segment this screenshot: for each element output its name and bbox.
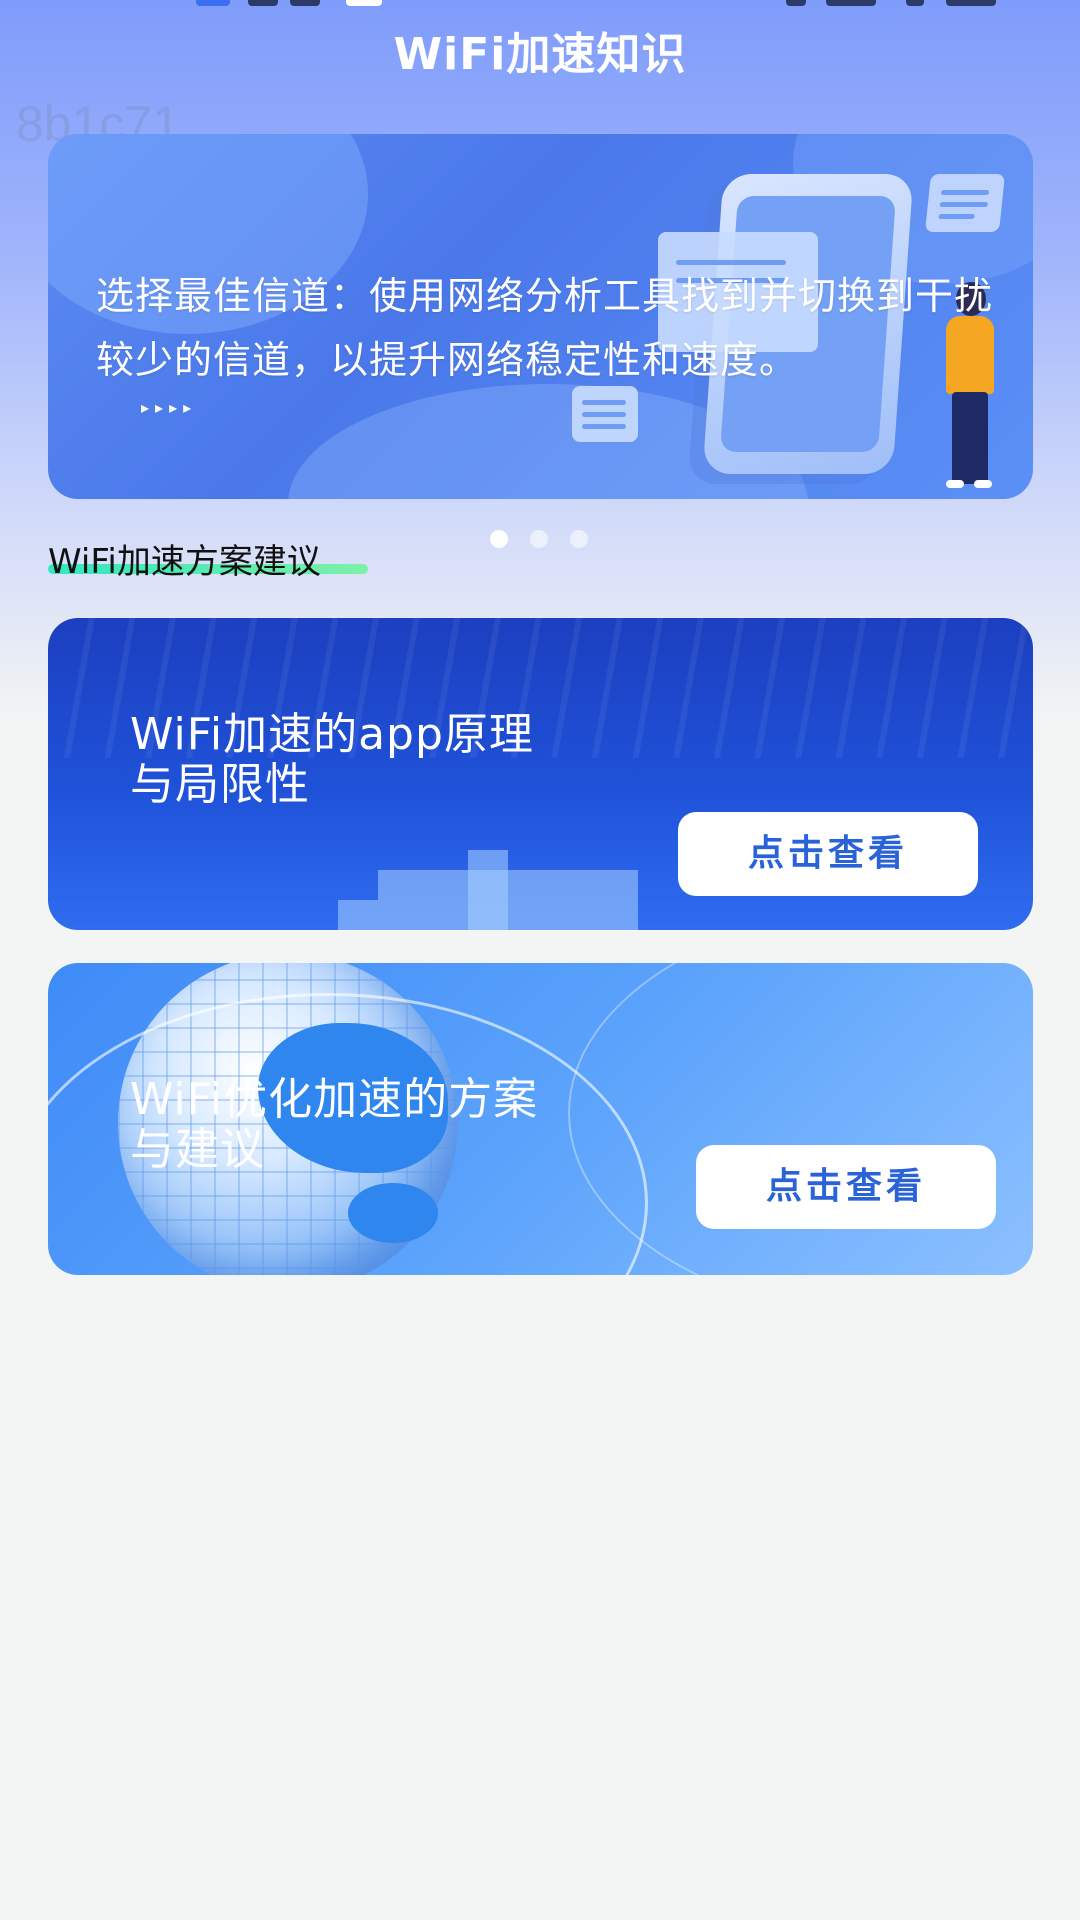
person-illustration xyxy=(974,480,992,488)
carousel-dot[interactable] xyxy=(530,530,548,548)
card-title: WiFi加速的app原理 与局限性 xyxy=(130,709,534,810)
section-title: WiFi加速方案建议 xyxy=(48,542,321,582)
status-icon xyxy=(248,0,278,6)
signal-icon xyxy=(786,0,806,6)
knowledge-banner[interactable]: 选择最佳信道：使用网络分析工具找到并切换到干扰较少的信道，以提升网络稳定性和速度… xyxy=(48,134,1033,499)
carousel-indicator[interactable] xyxy=(490,530,588,548)
arrows-icon: ▸▸▸▸ xyxy=(141,398,198,417)
battery-icon xyxy=(946,0,996,6)
person-illustration xyxy=(952,392,988,484)
card-optimization-plan[interactable]: WiFi优化加速的方案 与建议 点击查看 xyxy=(48,963,1033,1275)
city-skyline-illustration xyxy=(338,900,378,930)
status-icon xyxy=(196,0,230,6)
page-title: WiFi加速知识 xyxy=(393,29,687,80)
status-bar xyxy=(0,0,1080,12)
view-button[interactable]: 点击查看 xyxy=(678,812,978,896)
status-icon xyxy=(346,0,382,6)
card-app-principle[interactable]: WiFi加速的app原理 与局限性 点击查看 xyxy=(48,618,1033,930)
carousel-dot[interactable] xyxy=(570,530,588,548)
chat-bubble-icon xyxy=(924,174,1006,232)
city-skyline-illustration xyxy=(378,870,638,930)
banner-text: 选择最佳信道：使用网络分析工具找到并切换到干扰较少的信道，以提升网络稳定性和速度… xyxy=(96,274,994,382)
status-icon xyxy=(906,0,924,6)
city-skyline-illustration xyxy=(468,850,508,930)
status-icon xyxy=(290,0,320,6)
carousel-dot[interactable] xyxy=(490,530,508,548)
wifi-icon xyxy=(826,0,876,6)
view-button[interactable]: 点击查看 xyxy=(696,1145,996,1229)
card-title: WiFi优化加速的方案 与建议 xyxy=(130,1074,539,1175)
note-card-illustration xyxy=(572,386,638,442)
person-illustration xyxy=(946,480,964,488)
